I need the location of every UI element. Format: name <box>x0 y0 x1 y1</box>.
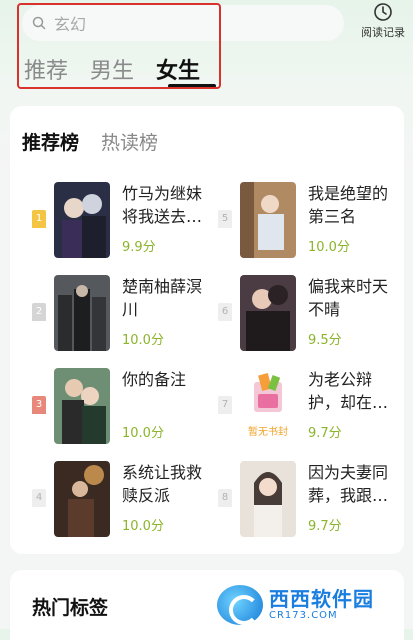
book-cover <box>54 461 110 537</box>
book-cover <box>54 275 110 351</box>
watermark-main-text: 西西软件园 <box>269 587 374 611</box>
book-score: 9.7分 <box>308 519 342 534</box>
no-cover-label: 暂无书封 <box>248 427 288 438</box>
hot-tags-title: 热门标签 <box>32 597 109 619</box>
watermark-sub-text: CR173.COM <box>269 610 338 621</box>
annotation-highlight-box <box>17 3 221 89</box>
book-score: 9.9分 <box>122 240 156 255</box>
book-title: 为老公辩护，却在… <box>308 370 389 412</box>
book-item[interactable]: 6 偏我来时天不晴 9.5分 <box>218 275 408 351</box>
book-cover <box>54 182 110 258</box>
book-title: 因为夫妻同葬，我跟… <box>308 463 389 505</box>
book-item[interactable]: 5 我是绝望的第三名 10.0分 <box>218 182 408 258</box>
book-score: 10.0分 <box>122 426 164 441</box>
rank-badge: 4 <box>32 489 46 507</box>
book-score: 10.0分 <box>308 240 350 255</box>
rank-badge: 2 <box>32 303 46 321</box>
book-title: 楚南柚薛溟川 <box>122 277 203 319</box>
watermark: 西西软件园 CR173.COM <box>217 580 413 629</box>
book-item[interactable]: 1 竹马为继妹将我送去… 9.9分 <box>32 182 222 258</box>
tab-recommend-list[interactable]: 推荐榜 <box>22 128 79 155</box>
rank-badge: 7 <box>218 396 232 414</box>
clock-icon <box>374 3 392 21</box>
book-item[interactable]: 7 暂无书封 为老公辩护，却在… 9.7分 <box>218 368 408 444</box>
book-cover <box>54 368 110 444</box>
rank-badge: 8 <box>218 489 232 507</box>
book-title: 竹马为继妹将我送去… <box>122 184 203 226</box>
tab-hot-list[interactable]: 热读榜 <box>101 128 158 155</box>
book-item[interactable]: 3 你的备注 10.0分 <box>32 368 222 444</box>
reading-history-label: 阅读记录 <box>361 26 405 39</box>
book-score: 10.0分 <box>122 333 164 348</box>
book-cover-placeholder: 暂无书封 <box>240 368 296 444</box>
book-title: 你的备注 <box>122 370 187 389</box>
book-score: 9.5分 <box>308 333 342 348</box>
book-item[interactable]: 2 楚南柚薛溟川 10.0分 <box>32 275 222 351</box>
book-cover <box>240 182 296 258</box>
rank-badge: 1 <box>32 210 46 228</box>
book-score: 9.7分 <box>308 426 342 441</box>
rank-badge: 5 <box>218 210 232 228</box>
book-cover <box>240 275 296 351</box>
book-title: 偏我来时天不晴 <box>308 277 389 319</box>
book-cover <box>240 461 296 537</box>
rank-badge: 6 <box>218 303 232 321</box>
book-title: 系统让我救赎反派 <box>122 463 203 505</box>
reading-history-button[interactable]: 阅读记录 <box>354 2 412 40</box>
ranking-tabs: 推荐榜 热读榜 <box>22 128 180 155</box>
book-item[interactable]: 8 因为夫妻同葬，我跟… 9.7分 <box>218 461 408 537</box>
book-title: 我是绝望的第三名 <box>308 184 389 226</box>
watermark-logo-icon <box>217 584 263 625</box>
rank-badge: 3 <box>32 396 46 414</box>
book-item[interactable]: 4 系统让我救赎反派 10.0分 <box>32 461 222 537</box>
book-score: 10.0分 <box>122 519 164 534</box>
